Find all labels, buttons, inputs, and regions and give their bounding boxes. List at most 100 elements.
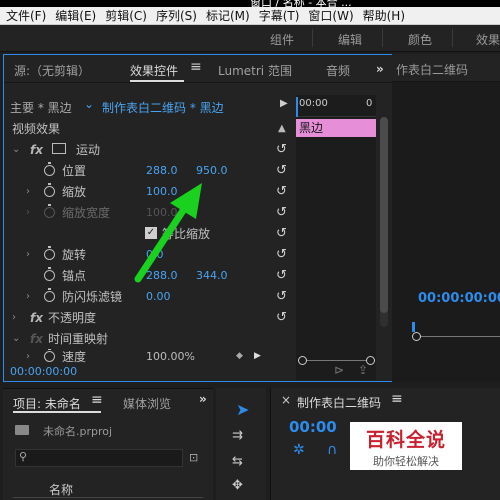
effect-motion-row[interactable]: ⌄ fx 运动 ↺ [4, 139, 294, 160]
export-icon[interactable]: ⇪ [358, 363, 368, 377]
stopwatch-icon[interactable] [44, 267, 55, 281]
hamburger-icon[interactable]: ≡ [91, 392, 103, 408]
stopwatch-icon[interactable] [44, 183, 55, 197]
razor-tool-icon[interactable]: ✥ [232, 478, 243, 493]
reset-icon[interactable]: ↺ [276, 142, 287, 157]
sequence-clip-label[interactable]: 制作表白二维码 * 黑边 [102, 99, 224, 116]
fx-icon[interactable]: fx [30, 143, 43, 157]
current-time[interactable]: 00:00:00:00 [10, 365, 77, 378]
hamburger-icon[interactable]: ≡ [391, 391, 403, 407]
workspace-divider [382, 29, 383, 47]
program-monitor[interactable] [392, 82, 500, 382]
keyframe-diamond-icon[interactable]: ◆ [236, 351, 243, 361]
reset-icon[interactable]: ↺ [276, 184, 287, 199]
close-icon[interactable]: × [281, 393, 291, 407]
reset-icon[interactable]: ↺ [276, 226, 287, 241]
collapse-up-icon[interactable]: ▲ [278, 123, 286, 134]
stopwatch-icon[interactable] [44, 349, 55, 362]
menu-title[interactable]: 字幕(T) [253, 7, 303, 24]
fx-icon[interactable]: fx [30, 311, 43, 325]
window-title-bar: 窗口 / 名称 - 本合 ... [0, 0, 500, 9]
zoom-slider-handle-left[interactable] [298, 356, 307, 365]
reset-icon[interactable]: ↺ [276, 247, 287, 262]
header-divider [13, 497, 203, 498]
workspace-divider [312, 29, 313, 47]
zoom-slider-track[interactable] [300, 360, 372, 361]
new-bin-icon[interactable]: ⊡ [189, 451, 198, 464]
playhead[interactable] [296, 97, 298, 117]
video-effects-header: 视频效果 ▲ [12, 122, 286, 136]
fx-icon: fx [30, 331, 43, 346]
antiflicker-value[interactable]: 0.00 [146, 290, 171, 303]
workspace-editing[interactable]: 编辑 [338, 31, 362, 48]
stopwatch-icon[interactable] [44, 288, 55, 302]
tab-lumetri-scopes[interactable]: Lumetri 范围 [218, 62, 292, 79]
scrollbar-thumb[interactable] [380, 117, 388, 313]
workspace-divider [452, 29, 453, 47]
search-input[interactable]: ⚲ [15, 449, 183, 467]
tab-project[interactable]: 项目: 未命名 [13, 395, 81, 412]
chevron-right-icon[interactable]: › [26, 291, 30, 302]
effect-timeline[interactable]: 00:00 0 黑边 [296, 95, 376, 380]
effect-opacity-row[interactable]: › fx 不透明度 ↺ [4, 307, 294, 328]
program-timecode[interactable]: 00:00:00:00 [418, 291, 500, 306]
play-triangle-icon[interactable]: ▶ [280, 98, 288, 109]
hamburger-icon[interactable]: ≡ [190, 59, 202, 75]
tab-media-browser[interactable]: 媒体浏览 [123, 395, 178, 412]
reset-icon[interactable]: ↺ [276, 268, 287, 283]
menu-file[interactable]: 文件(F) [0, 7, 49, 24]
speed-value[interactable]: 100.00% [146, 350, 195, 363]
menu-help[interactable]: 帮助(H) [357, 7, 408, 24]
effect-time-remap-row[interactable]: ⌄ fx 时间重映射 [4, 328, 294, 349]
workspace-effects[interactable]: 效果 [476, 31, 500, 48]
menu-edit[interactable]: 编辑(E) [49, 7, 99, 24]
tab-sequence[interactable]: 制作表白二维码 [297, 394, 381, 411]
chevron-down-icon[interactable]: ⌄ [12, 144, 20, 155]
reset-icon[interactable]: ↺ [276, 163, 287, 178]
active-tab-indicator [13, 411, 101, 413]
menu-clip[interactable]: 剪辑(C) [99, 7, 150, 24]
menu-marker[interactable]: 标记(M) [200, 7, 253, 24]
reset-icon[interactable]: ↺ [276, 205, 287, 220]
filter-icon[interactable]: ⊳ [334, 363, 344, 377]
chevron-down-icon[interactable]: ⌄ [84, 97, 94, 111]
clip-bar[interactable]: 黑边 [296, 119, 376, 137]
program-tab-label[interactable]: 作表白二维码 [396, 61, 468, 78]
menu-window[interactable]: 窗口(W) [302, 7, 356, 24]
track-select-icon[interactable]: ⇉ [232, 428, 243, 443]
reset-icon[interactable]: ↺ [276, 310, 287, 325]
ripple-edit-icon[interactable]: ⇆ [232, 454, 243, 469]
search-icon: ⚲ [19, 450, 28, 463]
transform-box-icon[interactable] [52, 143, 66, 154]
workspace-assembly[interactable]: 组件 [270, 31, 294, 48]
stopwatch-icon[interactable] [44, 246, 55, 260]
double-chevron-right-icon[interactable]: » [376, 62, 384, 76]
menu-sequence[interactable]: 序列(S) [150, 7, 200, 24]
master-clip-label[interactable]: 主要 * 黑边 [10, 99, 72, 116]
play-triangle-icon[interactable]: ▶ [254, 351, 261, 361]
program-playhead[interactable] [412, 322, 415, 332]
time-ruler[interactable]: 00:00 0 [296, 95, 376, 117]
panel-tab-bar: 源:（无剪辑） 效果控件 ≡ Lumetri 范围 音频 » [4, 55, 392, 83]
linked-selection-icon[interactable]: ∩ [327, 442, 337, 458]
ruler-start-label: 00:00 [299, 98, 328, 109]
tab-effect-controls[interactable]: 效果控件 [130, 62, 178, 79]
column-name-header[interactable]: 名称 [49, 481, 73, 498]
timeline-timecode[interactable]: 00:00 [289, 418, 337, 436]
tab-source[interactable]: 源:（无剪辑） [14, 62, 90, 79]
selection-tool-icon[interactable]: ➤ [236, 400, 249, 419]
reset-icon[interactable]: ↺ [276, 289, 287, 304]
chevron-right-icon[interactable]: › [12, 312, 16, 323]
program-zoom-handle[interactable] [412, 332, 421, 341]
chevron-down-icon[interactable]: ⌄ [12, 333, 20, 344]
chevron-right-icon[interactable]: › [26, 351, 30, 362]
chevron-right-icon[interactable]: › [26, 249, 30, 260]
project-panel: 项目: 未命名 ≡ 媒体浏览 » 未命名.prproj ⚲ ⊡ 名称 [3, 388, 213, 500]
snap-icon[interactable]: ✲ [293, 442, 305, 458]
workspace-color[interactable]: 颜色 [408, 31, 432, 48]
tab-audio[interactable]: 音频 [326, 62, 350, 79]
stopwatch-icon[interactable] [44, 162, 55, 176]
chevron-right-icon[interactable]: › [26, 186, 30, 197]
program-zoom-track[interactable] [416, 336, 500, 337]
double-chevron-right-icon[interactable]: » [199, 392, 207, 406]
